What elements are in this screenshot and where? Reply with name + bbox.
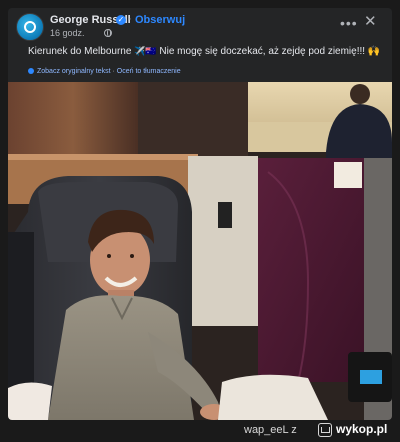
purple-panel — [258, 158, 366, 382]
translation-bar: Zobacz oryginalny tekst · Oceń to tłumac… — [28, 68, 181, 75]
post-text-part2: Nie mogę się doczekać, aż zejdę pod ziem… — [159, 46, 366, 57]
follow-button[interactable]: Obserwuj — [135, 14, 185, 26]
globe-icon — [104, 29, 112, 37]
facebook-post-card: George Russell ✓ · Obserwuj 16 godz. •••… — [8, 8, 392, 420]
separator-dot: · — [128, 13, 132, 25]
wykop-logo-icon — [318, 423, 332, 437]
airplane-icon: ✈️🇦🇺 — [134, 46, 157, 56]
cabin-wall-left — [8, 82, 138, 162]
cabin-door — [138, 82, 248, 162]
watermark-site: wykop.pl — [336, 422, 388, 436]
rate-translation-link[interactable]: Oceń to tłumaczenie — [117, 68, 181, 75]
see-original-link[interactable]: Zobacz oryginalny tekst — [37, 68, 111, 75]
post-timestamp[interactable]: 16 godz. — [50, 28, 85, 38]
control-screen — [360, 370, 382, 384]
post-header: George Russell ✓ · Obserwuj 16 godz. •••… — [8, 8, 392, 44]
reading-light — [218, 202, 232, 228]
wood-counter-edge — [8, 154, 198, 160]
author-avatar[interactable] — [16, 13, 44, 41]
post-photo[interactable] — [8, 82, 392, 420]
watermark-user: wap_eeL z — [244, 424, 297, 436]
translate-icon — [28, 68, 34, 75]
close-icon[interactable]: ✕ — [364, 14, 377, 29]
page-top-bar — [0, 0, 400, 8]
post-text: Kierunek do Melbourne ✈️🇦🇺 Nie mogę się … — [28, 46, 380, 57]
standing-person-head — [350, 84, 370, 104]
hands-emoji-icon: 🙌 — [367, 46, 381, 57]
verified-badge-icon: ✓ — [116, 15, 126, 25]
more-options-icon[interactable]: ••• — [340, 16, 358, 30]
post-text-part1: Kierunek do Melbourne — [28, 46, 132, 57]
blanket-left — [8, 382, 52, 420]
info-card — [334, 162, 362, 188]
cream-partition — [188, 156, 258, 326]
